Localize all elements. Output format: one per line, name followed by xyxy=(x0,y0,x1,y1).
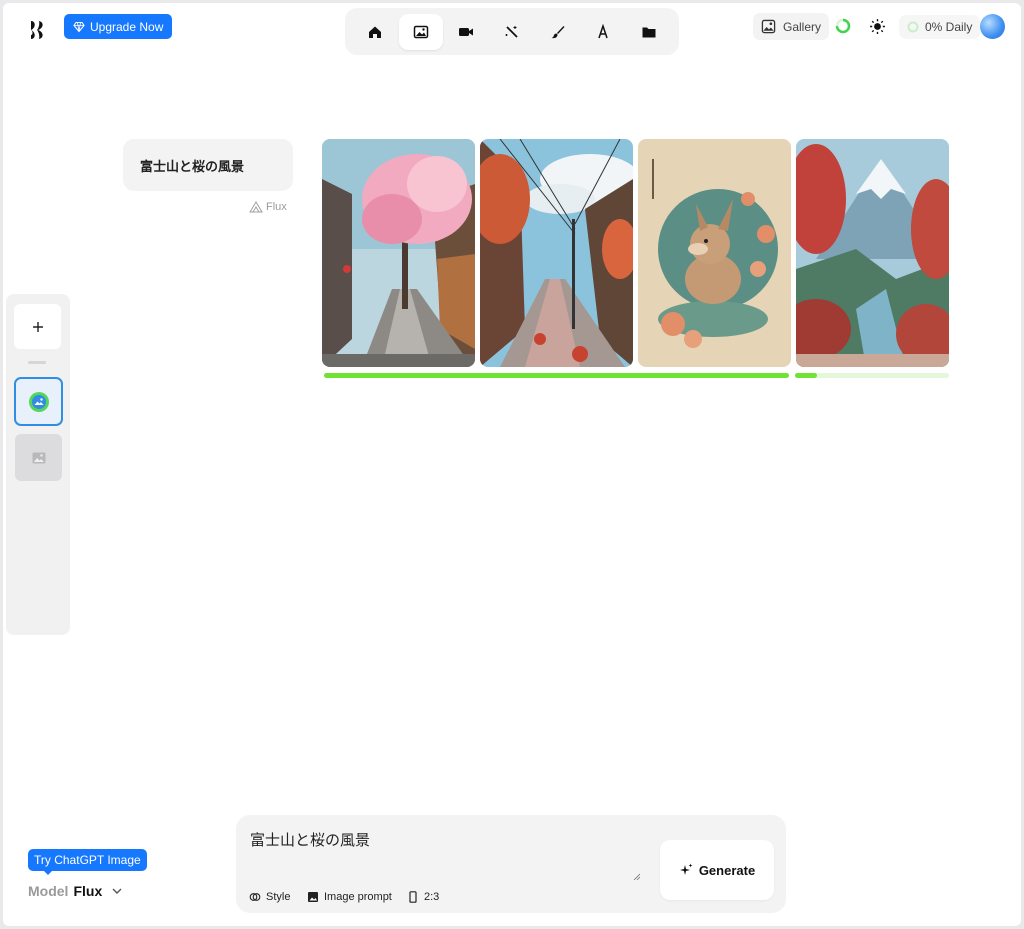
theme-toggle-icon[interactable] xyxy=(869,18,886,35)
aspect-ratio-icon xyxy=(409,891,417,903)
image-placeholder-icon xyxy=(32,452,45,463)
image-icon xyxy=(413,25,428,38)
image-prompt-label: Image prompt xyxy=(324,891,392,903)
progress-ring-icon[interactable] xyxy=(835,18,851,34)
image-street-cherry xyxy=(322,139,475,367)
logo-icon[interactable] xyxy=(27,19,49,41)
style-label: Style xyxy=(266,891,291,903)
upgrade-button[interactable]: Upgrade Now xyxy=(64,14,173,39)
tip-arrow xyxy=(43,870,53,875)
video-icon xyxy=(459,27,474,36)
mode-toolbar xyxy=(345,8,679,55)
model-picker-label: Model xyxy=(28,883,69,899)
history-model-tag: Flux xyxy=(249,201,287,213)
prompt-composer: Style Image prompt 2:3 Generate xyxy=(236,815,786,913)
history-rail xyxy=(6,294,70,635)
image-prompt-icon xyxy=(308,892,318,902)
tab-home[interactable] xyxy=(353,14,397,50)
model-tag-label: Flux xyxy=(266,201,287,213)
progress-fill-1 xyxy=(324,373,789,378)
gallery-label: Gallery xyxy=(783,19,822,34)
upgrade-label: Upgrade Now xyxy=(90,19,164,34)
tab-text[interactable] xyxy=(581,14,625,50)
generate-label: Generate xyxy=(698,862,756,878)
image-fox-illustration xyxy=(638,139,791,367)
model-picker-value: Flux xyxy=(73,883,103,899)
brush-icon xyxy=(551,25,565,38)
tab-edit[interactable] xyxy=(536,14,580,50)
sparkle-icon xyxy=(679,863,693,875)
history-item-active[interactable] xyxy=(14,377,63,426)
app-window: Upgrade Now Gallery 0% Daily 富士山と桜の風景 Fl… xyxy=(3,3,1021,926)
tab-magic[interactable] xyxy=(490,14,534,50)
style-option[interactable]: Style xyxy=(249,886,290,908)
history-prompt-card[interactable]: 富士山と桜の風景 xyxy=(123,139,293,191)
generated-image-2[interactable] xyxy=(480,139,633,367)
home-icon xyxy=(369,26,381,38)
generated-image-4[interactable] xyxy=(796,139,949,367)
style-icon xyxy=(249,893,261,901)
history-item[interactable] xyxy=(15,434,62,481)
folder-icon xyxy=(642,27,656,37)
model-picker[interactable]: Model Flux xyxy=(28,883,123,899)
plus-icon xyxy=(32,321,43,332)
image-session-icon xyxy=(28,391,49,412)
avatar[interactable] xyxy=(980,14,1005,39)
gallery-icon xyxy=(761,19,776,34)
rail-divider xyxy=(28,361,46,364)
image-street-powerlines xyxy=(480,139,633,367)
chevron-down-icon xyxy=(112,888,122,894)
daily-ring-icon xyxy=(907,21,919,33)
progress-track-1 xyxy=(324,373,789,378)
progress-fill-2 xyxy=(795,373,817,378)
image-prompt-option[interactable]: Image prompt xyxy=(307,886,392,908)
generate-button[interactable]: Generate xyxy=(660,840,774,900)
progress-track-2 xyxy=(795,373,949,378)
prompt-input[interactable] xyxy=(250,829,640,879)
tab-video[interactable] xyxy=(444,14,488,50)
magic-wand-icon xyxy=(505,25,518,38)
chatgpt-image-tip[interactable]: Try ChatGPT Image xyxy=(28,849,147,871)
image-mountain-landscape xyxy=(796,139,949,367)
aspect-ratio-label: 2:3 xyxy=(424,891,440,903)
gallery-button[interactable]: Gallery xyxy=(753,13,830,40)
aspect-ratio-option[interactable]: 2:3 xyxy=(407,886,439,908)
diamond-icon xyxy=(73,21,85,32)
history-prompt-text: 富士山と桜の風景 xyxy=(140,158,245,174)
chatgpt-tip-label: Try ChatGPT Image xyxy=(34,853,141,867)
resize-grip-icon[interactable] xyxy=(633,873,640,880)
font-icon xyxy=(598,23,608,38)
flux-icon xyxy=(249,201,263,213)
generated-image-1[interactable] xyxy=(322,139,475,367)
new-session-button[interactable] xyxy=(14,304,61,349)
tab-image[interactable] xyxy=(398,13,443,50)
daily-usage[interactable]: 0% Daily xyxy=(899,15,981,39)
daily-label: 0% Daily xyxy=(925,20,973,34)
tab-folder[interactable] xyxy=(627,14,671,50)
generated-image-3[interactable] xyxy=(638,139,791,367)
